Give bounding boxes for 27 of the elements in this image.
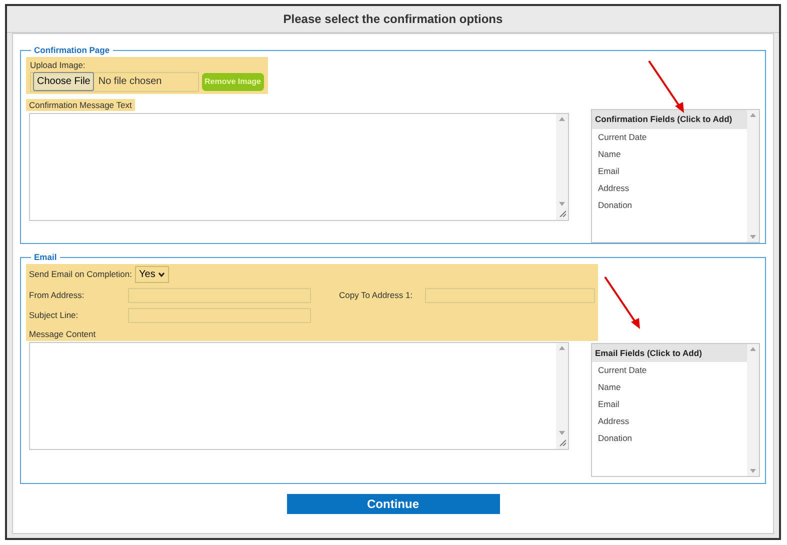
- field-item[interactable]: Current Date: [592, 128, 747, 146]
- send-email-select[interactable]: Yes: [135, 266, 170, 283]
- section-legend: Confirmation Page: [31, 44, 113, 57]
- from-address-label: From Address:: [29, 288, 86, 302]
- copy-address-label: Copy To Address 1:: [339, 288, 414, 302]
- file-status: No file chosen: [98, 75, 162, 89]
- dialog-title: Please select the confirmation options: [283, 11, 503, 28]
- field-item[interactable]: Email: [592, 162, 747, 180]
- message-label: Confirmation Message Text: [26, 98, 135, 112]
- subject-line-label: Subject Line:: [29, 308, 80, 322]
- continue-button[interactable]: Continue: [286, 494, 500, 514]
- field-item[interactable]: Donation: [592, 430, 747, 448]
- field-item[interactable]: Address: [592, 413, 747, 430]
- field-item[interactable]: Name: [592, 379, 747, 396]
- field-item[interactable]: Address: [592, 180, 747, 196]
- field-item[interactable]: Donation: [592, 196, 747, 214]
- choose-file-button[interactable]: Choose File: [33, 72, 94, 91]
- field-item[interactable]: Email: [592, 396, 747, 414]
- section-legend: Email: [31, 251, 60, 264]
- field-item[interactable]: Name: [592, 146, 747, 162]
- list-header: Email Fields (Click to Add): [592, 344, 747, 362]
- file-input[interactable]: Choose File No file chosen: [30, 72, 199, 92]
- list-header: Confirmation Fields (Click to Add): [592, 110, 747, 128]
- message-content-label: Message Content: [29, 328, 97, 340]
- upload-label: Upload Image:: [30, 58, 86, 72]
- send-email-label: Send Email on Completion:: [29, 268, 132, 281]
- field-item[interactable]: Current Date: [592, 362, 747, 380]
